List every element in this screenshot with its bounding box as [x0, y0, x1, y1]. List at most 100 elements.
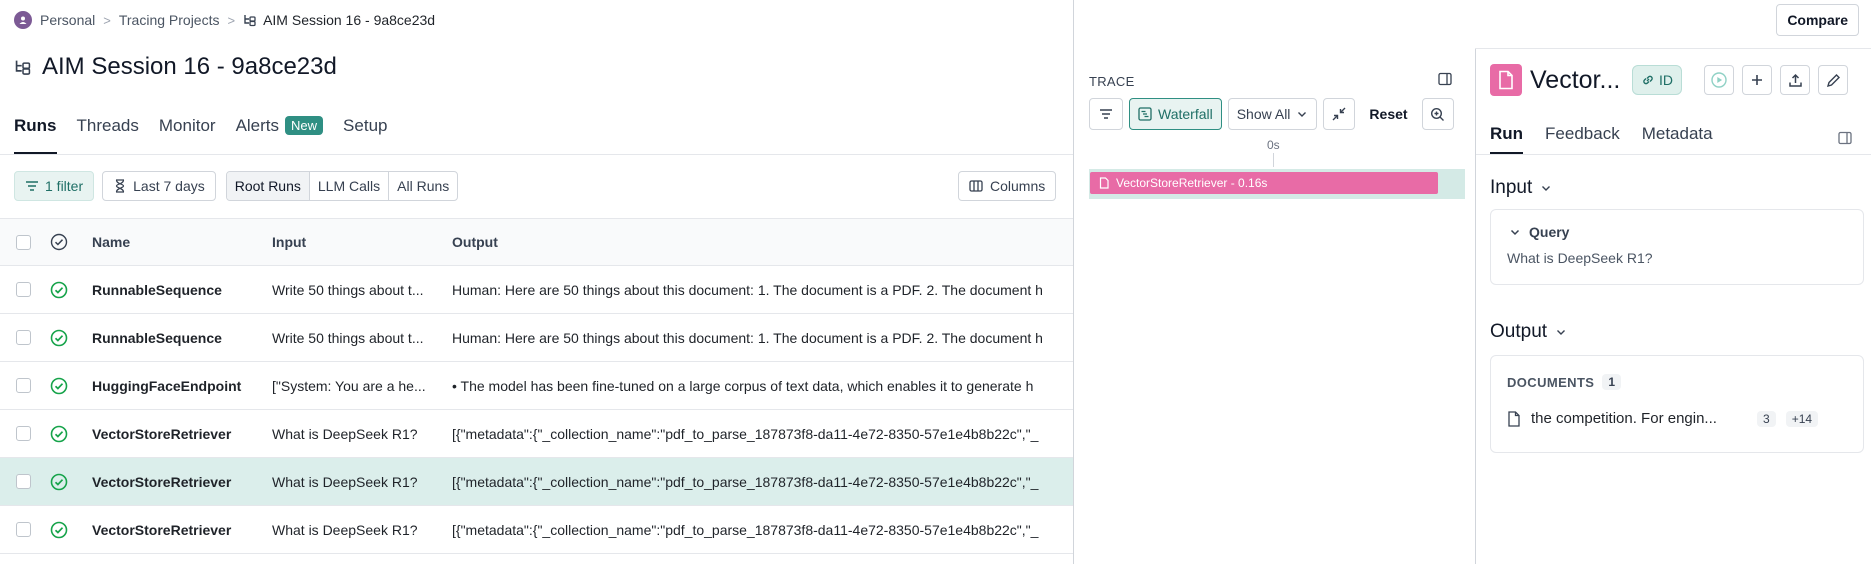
table-row[interactable]: VectorStoreRetriever What is DeepSeek R1?… [0, 410, 1073, 458]
tab-run[interactable]: Run [1490, 124, 1524, 154]
status-cell [46, 425, 92, 443]
success-check-icon [50, 377, 68, 394]
table-row[interactable]: RunnableSequence Write 50 things about t.… [0, 266, 1073, 314]
show-all-label: Show All [1236, 106, 1291, 122]
add-button[interactable] [1742, 65, 1772, 95]
success-check-icon [50, 425, 68, 442]
all-runs-option[interactable]: All Runs [388, 172, 457, 200]
trace-toolbar: Waterfall Show All Reset [1089, 98, 1454, 130]
breadcrumb-session[interactable]: AIM Session 16 - 9a8ce23d [243, 12, 435, 28]
input-section-toggle[interactable]: Input [1490, 177, 1552, 199]
row-checkbox[interactable] [16, 378, 31, 393]
header-name[interactable]: Name [92, 234, 272, 250]
edit-button[interactable] [1818, 65, 1848, 95]
breadcrumb-projects[interactable]: Tracing Projects [119, 12, 220, 28]
check-circle-icon [50, 233, 68, 251]
run-tabs: Run Feedback Metadata [1490, 124, 1713, 154]
query-toggle[interactable]: Query [1509, 224, 1569, 240]
tab-runs[interactable]: Runs [14, 116, 57, 154]
row-checkbox[interactable] [16, 330, 31, 345]
show-all-select[interactable]: Show All [1227, 98, 1318, 130]
row-output: [{"metadata":{"_collection_name":"pdf_to… [452, 521, 1039, 538]
row-checkbox[interactable] [16, 282, 31, 297]
row-name: RunnableSequence [92, 281, 222, 298]
tab-monitor[interactable]: Monitor [159, 116, 216, 154]
filter-icon [1100, 109, 1112, 119]
playground-button[interactable] [1704, 65, 1734, 95]
row-checkbox-cell [0, 426, 46, 441]
id-label: ID [1659, 72, 1673, 88]
row-output: Human: Here are 50 things about this doc… [452, 281, 1043, 298]
run-header: Vector... ID [1490, 63, 1865, 97]
project-tree-icon [15, 60, 31, 75]
trace-run-label: VectorStoreRetriever - 0.16s [1116, 176, 1268, 190]
row-input: What is DeepSeek R1? [272, 521, 418, 538]
plus-icon [1752, 75, 1762, 85]
row-input: Write 50 things about t... [272, 329, 424, 346]
panel-toggle-icon[interactable] [1838, 131, 1852, 145]
zoom-in-button[interactable] [1421, 98, 1454, 130]
document-text: the competition. For engin... [1531, 410, 1717, 427]
columns-icon [969, 180, 983, 192]
header-output[interactable]: Output [452, 234, 1073, 250]
compare-button[interactable]: Compare [1776, 4, 1859, 36]
date-range-button[interactable]: Last 7 days [102, 171, 216, 201]
status-cell [46, 521, 92, 539]
date-range-label: Last 7 days [133, 178, 205, 194]
timeline-tick [1273, 153, 1274, 167]
tab-threads[interactable]: Threads [77, 116, 139, 154]
document-more: +14 [1785, 410, 1819, 427]
reset-button[interactable]: Reset [1361, 98, 1416, 130]
share-button[interactable] [1780, 65, 1810, 95]
project-tree-icon [244, 15, 256, 27]
row-output: [{"metadata":{"_collection_name":"pdf_to… [452, 425, 1039, 442]
document-item[interactable]: the competition. For engin... 3 +14 [1507, 410, 1851, 427]
copy-id-button[interactable]: ID [1632, 65, 1682, 95]
pencil-icon [1826, 73, 1840, 87]
collapse-button[interactable] [1323, 98, 1356, 130]
page-title-text: AIM Session 16 - 9a8ce23d [42, 53, 337, 80]
root-runs-option[interactable]: Root Runs [226, 172, 309, 200]
tab-metadata[interactable]: Metadata [1642, 124, 1713, 154]
input-heading: Input [1490, 177, 1533, 198]
row-checkbox[interactable] [16, 522, 31, 537]
query-label: Query [1529, 224, 1570, 240]
breadcrumb-workspace[interactable]: Personal [40, 12, 95, 28]
document-icon [1099, 177, 1109, 189]
row-name: VectorStoreRetriever [92, 521, 232, 538]
row-input: ["System: You are a he... [272, 377, 426, 394]
output-heading: Output [1490, 321, 1548, 342]
chevron-down-icon [1298, 112, 1307, 117]
link-icon [1643, 75, 1653, 85]
run-title: Vector... [1530, 65, 1621, 94]
tab-feedback[interactable]: Feedback [1545, 124, 1620, 154]
table-row[interactable]: VectorStoreRetriever What is DeepSeek R1?… [0, 506, 1073, 554]
output-section-toggle[interactable]: Output [1490, 321, 1567, 343]
row-checkbox[interactable] [16, 474, 31, 489]
tab-alerts[interactable]: Alerts New [236, 116, 324, 154]
sidebar-toggle-icon[interactable] [1438, 72, 1452, 86]
output-card: DOCUMENTS 1 the competition. For engin..… [1490, 355, 1864, 453]
table-row[interactable]: VectorStoreRetriever What is DeepSeek R1?… [0, 458, 1073, 506]
llm-calls-option[interactable]: LLM Calls [308, 172, 388, 200]
upload-icon [1788, 73, 1802, 87]
success-check-icon [50, 473, 68, 490]
tab-setup[interactable]: Setup [343, 116, 387, 154]
chevron-right-icon: > [103, 12, 111, 28]
header-input[interactable]: Input [272, 234, 452, 250]
row-checkbox-cell [0, 282, 46, 297]
trace-pane: TRACE Waterfall Show All Reset 0s Vector… [1073, 0, 1475, 564]
row-checkbox[interactable] [16, 426, 31, 441]
select-all-checkbox[interactable] [16, 234, 31, 250]
waterfall-toggle[interactable]: Waterfall [1129, 98, 1222, 130]
table-row[interactable]: HuggingFaceEndpoint ["System: You are a h… [0, 362, 1073, 410]
trace-filter-button[interactable] [1089, 98, 1123, 130]
trace-run-bar[interactable]: VectorStoreRetriever - 0.16s [1090, 172, 1438, 194]
filter-button[interactable]: 1 filter [14, 171, 95, 201]
chevron-down-icon [1557, 330, 1566, 335]
tabs-divider [0, 154, 1073, 155]
columns-button[interactable]: Columns [958, 171, 1057, 201]
row-checkbox-cell [0, 378, 46, 393]
table-row[interactable]: RunnableSequence Write 50 things about t.… [0, 314, 1073, 362]
document-number: 3 [1757, 410, 1776, 427]
